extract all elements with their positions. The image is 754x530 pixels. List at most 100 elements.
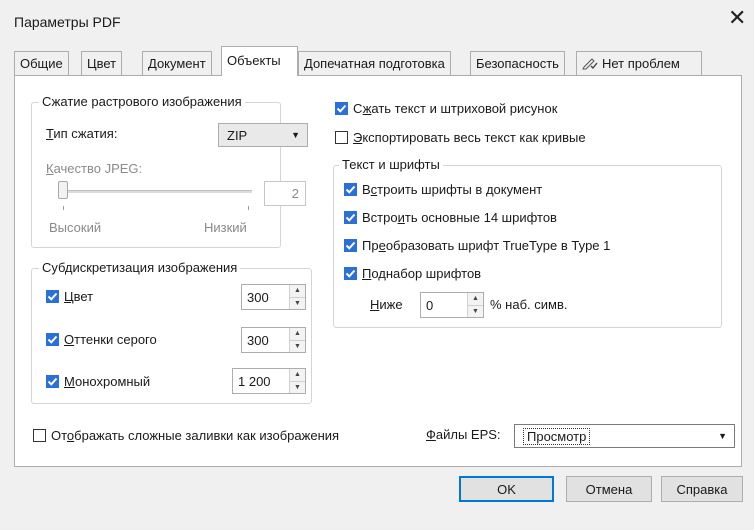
spin-up-icon[interactable]: ▲ [290, 328, 305, 341]
font-subset-checkbox[interactable]: Поднабор шрифтов [344, 266, 481, 281]
checkbox-label: Монохромный [64, 374, 150, 389]
jpeg-quality-value: 2 [264, 181, 306, 206]
ok-button[interactable]: OK [459, 476, 554, 502]
label-text: бражать сложные заливки как изображения [74, 428, 340, 443]
downsample-color-checkbox[interactable]: Цвет [46, 289, 93, 304]
label-text: образовать шрифт TrueType в Type 1 [385, 238, 611, 253]
chevron-down-icon: ▼ [718, 431, 727, 441]
dialog-title: Параметры PDF [14, 14, 121, 30]
compression-type-select[interactable]: ZIP ▼ [218, 123, 308, 147]
mnemonic: К [46, 161, 54, 176]
tab-color[interactable]: Цвет [81, 51, 123, 75]
checkbox-label: Отображать сложные заливки как изображен… [51, 428, 339, 443]
subset-below-label: Ниже [370, 297, 403, 312]
label-text: онохромный [74, 374, 151, 389]
help-button[interactable]: Справка [661, 476, 743, 502]
checkbox-label: Экспортировать весь текст как кривые [353, 130, 586, 145]
tab-label: Объекты [227, 53, 281, 68]
checkbox-box [344, 211, 357, 224]
tab-general[interactable]: Общие [14, 51, 69, 75]
base14-fonts-checkbox[interactable]: Встроить основные 14 шрифтов [344, 210, 557, 225]
truetype-convert-checkbox[interactable]: Преобразовать шрифт TrueType в Type 1 [344, 238, 610, 253]
checkbox-label: Поднабор шрифтов [362, 266, 481, 281]
pencil-check-icon [582, 56, 598, 73]
label-text: ип сжатия: [53, 126, 118, 141]
label-text: Пр [362, 238, 379, 253]
mnemonic: Ц [64, 289, 74, 304]
checkbox-label: Встроить шрифты в документ [362, 182, 542, 197]
select-value: ZIP [227, 127, 248, 143]
quality-high-label: Высокий [49, 220, 102, 235]
downsample-mono-spinner[interactable]: 1 200 ▲ ▼ [232, 368, 306, 394]
label-text: троить шрифты в документ [377, 182, 543, 197]
label-text: С [353, 101, 363, 116]
checkbox-box [46, 333, 59, 346]
checkbox-box [335, 102, 348, 115]
label-text: кспортировать весь текст как кривые [362, 130, 586, 145]
label-text: ттенки серого [74, 332, 157, 347]
downsample-legend: Субдискретизация изображения [39, 260, 241, 275]
mnemonic: е [378, 238, 386, 253]
checkbox-box [344, 267, 357, 280]
mnemonic: П [362, 266, 372, 281]
chevron-down-icon: ▼ [291, 130, 300, 140]
mnemonic: Н [370, 297, 380, 312]
compress-text-checkbox[interactable]: Сжать текст и штриховой рисунок [335, 101, 557, 116]
spinner-value: 0 [426, 297, 434, 313]
eps-files-label: Файлы EPS: [426, 427, 501, 442]
checkbox-label: Сжать текст и штриховой рисунок [353, 101, 557, 116]
tab-document[interactable]: Документ [142, 51, 212, 75]
tab-prepress[interactable]: Допечатная подготовка [298, 51, 451, 75]
select-value: Просмотр [523, 427, 591, 445]
label-text: вет [73, 289, 94, 304]
jpeg-quality-slider[interactable] [58, 190, 252, 193]
cancel-button[interactable]: Отмена [566, 476, 652, 502]
complex-fills-checkbox[interactable]: Отображать сложные заливки как изображен… [33, 428, 339, 443]
label-text: От [51, 428, 67, 443]
tab-label: Безопасность [476, 56, 559, 71]
downsample-gray-spinner[interactable]: 300 ▲ ▼ [241, 327, 306, 353]
label-text: иже [379, 297, 403, 312]
close-icon[interactable]: ✕ [728, 7, 746, 29]
tab-label: Цвет [87, 56, 117, 71]
spinner-value: 300 [247, 289, 269, 305]
spin-down-icon[interactable]: ▼ [290, 340, 305, 352]
label-text: ать текст и штриховой рисунок [371, 101, 558, 116]
tab-label: Общие [20, 56, 63, 71]
spin-down-icon[interactable]: ▼ [290, 297, 305, 309]
eps-files-select[interactable]: Просмотр ▼ [514, 424, 735, 448]
fonts-legend: Текст и шрифты [339, 157, 443, 172]
slider-tick [248, 206, 249, 210]
tab-objects[interactable]: Объекты [221, 46, 298, 76]
label-text: айлы EPS: [435, 427, 501, 442]
checkbox-box [46, 375, 59, 388]
compression-type-label: Тип сжатия: [46, 126, 117, 141]
export-curves-checkbox[interactable]: Экспортировать весь текст как кривые [335, 130, 586, 145]
slider-thumb[interactable] [58, 181, 68, 199]
tab-no-problems[interactable]: Нет проблем [576, 51, 702, 75]
subset-below-spinner[interactable]: 0 ▲ ▼ [420, 292, 484, 318]
quality-low-label: Низкий [204, 220, 247, 235]
checkbox-box [335, 131, 348, 144]
downsample-color-spinner[interactable]: 300 ▲ ▼ [241, 284, 306, 310]
spin-up-icon[interactable]: ▲ [290, 369, 305, 382]
label-text: В [362, 182, 371, 197]
slider-tick [63, 206, 64, 210]
checkbox-label: Встроить основные 14 шрифтов [362, 210, 557, 225]
compression-legend: Сжатие растрового изображения [39, 94, 245, 109]
spin-up-icon[interactable]: ▲ [468, 293, 483, 306]
mnemonic: Ф [426, 427, 436, 442]
tab-label: Документ [148, 56, 206, 71]
embed-fonts-checkbox[interactable]: Встроить шрифты в документ [344, 182, 542, 197]
tab-security[interactable]: Безопасность [470, 51, 565, 75]
spinner-value: 1 200 [238, 373, 271, 389]
downsample-mono-checkbox[interactable]: Монохромный [46, 374, 150, 389]
mnemonic: Э [353, 130, 363, 145]
spin-up-icon[interactable]: ▲ [290, 285, 305, 298]
spin-down-icon[interactable]: ▼ [290, 381, 305, 393]
mnemonic: М [64, 374, 75, 389]
downsample-gray-checkbox[interactable]: Оттенки серого [46, 332, 157, 347]
mnemonic: О [64, 332, 75, 347]
spin-down-icon[interactable]: ▼ [468, 305, 483, 317]
checkbox-box [46, 290, 59, 303]
